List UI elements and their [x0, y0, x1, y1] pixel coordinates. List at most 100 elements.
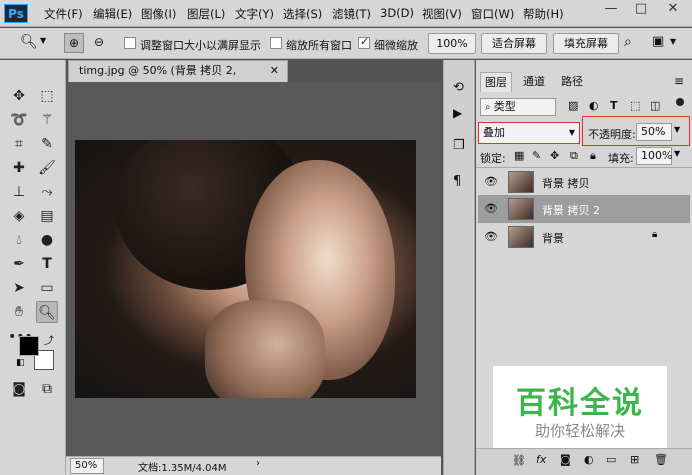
menu-select[interactable]: 选择(S) — [283, 6, 322, 22]
resize-windows-label: 调整窗口大小以满屏显示 — [140, 39, 261, 52]
minimize-button[interactable]: — — [600, 0, 622, 20]
chevron-down-icon[interactable]: ▼ — [670, 37, 676, 46]
lock-icon: 🔒︎ — [652, 229, 658, 240]
adjustment-filter-icon[interactable]: ◐ — [589, 99, 599, 112]
photoshop-logo: Ps — [4, 4, 28, 23]
filter-toggle-icon[interactable] — [676, 98, 684, 106]
path-selection-icon[interactable]: ➤ — [8, 277, 30, 299]
clone-stamp-icon[interactable]: ⊥ — [8, 181, 30, 203]
lock-artboard-icon[interactable]: ⧉ — [570, 149, 578, 163]
magic-wand-icon[interactable]: ⚚ — [36, 109, 58, 131]
cube-icon[interactable]: ❒ — [453, 138, 465, 153]
dodge-tool-icon[interactable]: ● — [36, 229, 58, 251]
lock-pixels-icon[interactable]: ✎ — [532, 149, 541, 162]
zoom-in-icon[interactable]: ⊕ — [64, 33, 84, 53]
type-filter-icon[interactable]: T — [610, 99, 618, 112]
close-window-button[interactable]: ✕ — [662, 0, 684, 20]
add-mask-icon[interactable]: ◙ — [560, 453, 571, 466]
marquee-tool-icon[interactable]: ⬚ — [36, 85, 58, 107]
brush-tool-icon[interactable]: 🖌︎ — [36, 157, 58, 179]
eye-icon[interactable]: 👁︎ — [484, 175, 498, 189]
adjustment-layer-icon[interactable]: ◐ — [584, 453, 594, 466]
eraser-icon[interactable]: ◈ — [8, 205, 30, 227]
document-size-info: 文档:1.35M/4.04M — [138, 463, 227, 474]
panel-menu-icon[interactable]: ≡ — [674, 74, 684, 88]
quick-mask-icon[interactable]: ◙ — [8, 378, 30, 400]
move-tool-icon[interactable]: ✥ — [8, 85, 30, 107]
fx-icon[interactable]: fx — [536, 453, 546, 466]
chevron-down-icon[interactable]: ▼ — [40, 36, 46, 45]
new-layer-icon[interactable]: ⊞ — [630, 453, 639, 466]
screen-mode-icon[interactable]: ⧉ — [36, 378, 58, 400]
tab-layers[interactable]: 图层 — [480, 72, 512, 92]
layer-row[interactable]: 👁︎ 背景 🔒︎ — [478, 223, 690, 251]
menu-layer[interactable]: 图层(L) — [187, 6, 225, 22]
zoom-out-icon[interactable]: ⊖ — [89, 33, 109, 53]
fill-field[interactable]: 100% — [636, 147, 672, 165]
swap-colors-icon[interactable]: ⤴ — [44, 332, 54, 347]
document-tab[interactable]: timg.jpg @ 50% (背景 拷贝 2, RGB/8#) * ✕ — [68, 60, 288, 97]
play-icon[interactable]: ▶ — [453, 106, 462, 120]
history-icon[interactable]: ⟲ — [453, 80, 464, 95]
tab-channels[interactable]: 通道 — [518, 72, 550, 92]
gradient-tool-icon[interactable]: ▤ — [36, 205, 58, 227]
eye-icon[interactable]: 👁︎ — [484, 202, 498, 216]
zoom-all-checkbox[interactable] — [270, 37, 282, 49]
blur-tool-icon[interactable]: 💧︎ — [8, 229, 30, 251]
search-icon[interactable]: ⌕ — [624, 34, 632, 50]
crop-tool-icon[interactable]: ⌗ — [8, 133, 30, 155]
pixel-filter-icon[interactable]: ▨ — [568, 99, 578, 112]
workspace-icon[interactable]: ▣ — [652, 34, 664, 49]
filter-kind-select[interactable]: ⌕ 类型 — [480, 98, 556, 116]
fit-screen-button[interactable]: 适合屏幕 — [481, 33, 547, 54]
smart-object-filter-icon[interactable]: ◫ — [650, 99, 660, 112]
document-image[interactable] — [75, 140, 416, 398]
menu-type[interactable]: 文字(Y) — [235, 6, 274, 22]
eye-icon[interactable]: 👁︎ — [484, 230, 498, 244]
chevron-down-icon[interactable]: ▼ — [674, 125, 680, 134]
zoom-100-button[interactable]: 100% — [428, 33, 476, 54]
opacity-field[interactable]: 50% — [636, 123, 672, 141]
healing-brush-icon[interactable]: ✚ — [8, 157, 30, 179]
zoom-level-field[interactable]: 50% — [70, 458, 104, 474]
layer-thumbnail — [508, 198, 534, 220]
lasso-tool-icon[interactable]: ➰ — [8, 109, 30, 131]
paragraph-icon[interactable]: ¶ — [453, 174, 461, 189]
resize-windows-checkbox[interactable] — [124, 37, 136, 49]
type-tool-icon[interactable]: T — [36, 253, 58, 275]
menu-edit[interactable]: 编辑(E) — [93, 6, 132, 22]
menu-image[interactable]: 图像(I) — [141, 6, 176, 22]
new-group-icon[interactable]: ▭ — [606, 453, 616, 466]
tab-paths[interactable]: 路径 — [556, 72, 588, 92]
layer-row[interactable]: 👁︎ 背景 拷贝 2 — [478, 195, 690, 223]
fill-screen-button[interactable]: 填充屏幕 — [553, 33, 619, 54]
zoom-tool-preset-icon[interactable]: 🔍︎ — [20, 34, 38, 50]
restore-button[interactable]: □ — [630, 0, 652, 20]
history-brush-icon[interactable]: ⤳ — [36, 181, 58, 203]
menu-help[interactable]: 帮助(H) — [523, 6, 564, 22]
menu-view[interactable]: 视图(V) — [422, 6, 462, 22]
rectangle-tool-icon[interactable]: ▭ — [36, 277, 58, 299]
lock-position-icon[interactable]: ✥ — [550, 149, 559, 162]
menu-filter[interactable]: 滤镜(T) — [332, 6, 371, 22]
lock-all-icon[interactable]: 🔒︎ — [590, 149, 596, 163]
foreground-color-swatch[interactable] — [19, 336, 39, 356]
default-colors-icon[interactable]: ◧ — [16, 358, 25, 368]
link-layers-icon[interactable]: ⛓ — [512, 454, 526, 467]
menu-3d[interactable]: 3D(D) — [380, 6, 414, 20]
blend-mode-select[interactable]: 叠加 ▼ — [478, 122, 580, 144]
trash-icon[interactable]: 🗑︎ — [654, 453, 668, 466]
zoom-tool-icon[interactable]: 🔍︎ — [36, 301, 58, 323]
layer-row[interactable]: 👁︎ 背景 拷贝 — [478, 168, 690, 196]
pen-tool-icon[interactable]: ✒ — [8, 253, 30, 275]
menu-window[interactable]: 窗口(W) — [471, 6, 514, 22]
hand-tool-icon[interactable]: ✋︎ — [8, 301, 30, 323]
lock-transparent-icon[interactable]: ▦ — [514, 149, 524, 162]
chevron-right-icon[interactable]: › — [256, 458, 260, 469]
menu-file[interactable]: 文件(F) — [44, 6, 83, 22]
shape-filter-icon[interactable]: ⬚ — [630, 99, 640, 112]
close-icon[interactable]: ✕ — [270, 61, 279, 81]
chevron-down-icon[interactable]: ▼ — [674, 149, 680, 158]
eyedropper-icon[interactable]: ✎ — [36, 133, 58, 155]
scrubby-zoom-checkbox[interactable] — [358, 35, 370, 49]
